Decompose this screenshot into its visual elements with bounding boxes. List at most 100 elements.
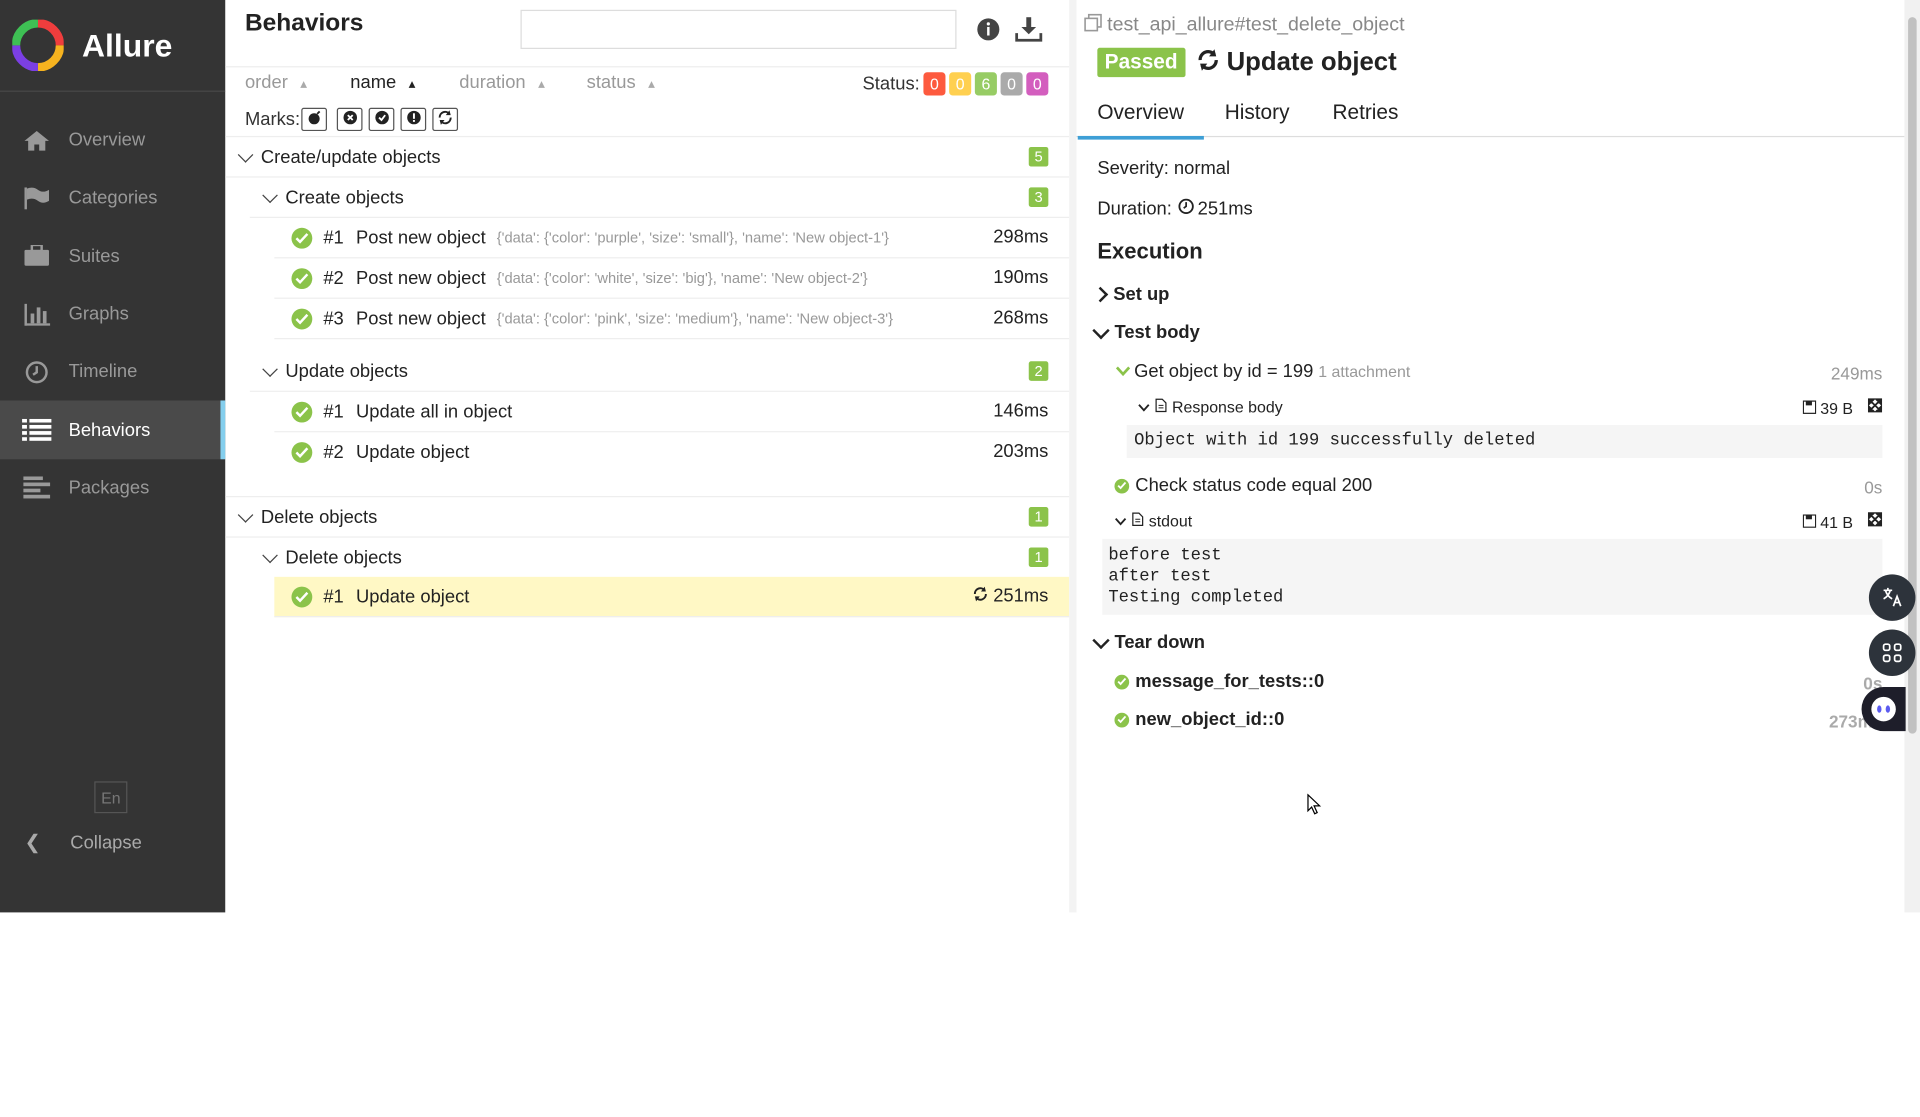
test-body-label: Test body	[1114, 322, 1200, 343]
sidebar-item-label: Suites	[68, 245, 120, 267]
subgroup-count: 2	[1028, 361, 1049, 381]
tab-history[interactable]: History	[1225, 100, 1290, 124]
test-row[interactable]: #2 Update object 203ms	[274, 432, 1069, 471]
clock-icon	[1178, 198, 1194, 219]
copy-icon[interactable]	[1084, 13, 1102, 37]
test-duration: 203ms	[993, 440, 1049, 462]
status-passed-badge[interactable]: 6	[974, 72, 997, 96]
sidebar-item-overview[interactable]: Overview	[0, 111, 225, 169]
info-icon[interactable]	[976, 17, 1000, 48]
detail-tabs: Overview History Retries	[1076, 91, 1905, 140]
scrollbar-thumb[interactable]	[1908, 17, 1917, 734]
test-row[interactable]: #3 Post new object {'data': {'color': 'p…	[274, 299, 1070, 340]
setup-section[interactable]: Set up	[1091, 284, 1169, 305]
test-name: Post new object	[356, 308, 486, 329]
chevron-down-icon	[1115, 361, 1131, 382]
passed-icon	[291, 586, 313, 607]
test-name: Post new object	[356, 227, 486, 249]
status-label: Status:	[862, 73, 920, 95]
sort-status-label: status	[586, 72, 636, 94]
passed-icon	[291, 401, 313, 422]
passed-icon	[1114, 674, 1130, 689]
stdout-content: before test after test Testing completed	[1102, 538, 1883, 615]
download-icon[interactable]	[1014, 17, 1043, 48]
duration-label: Duration:	[1097, 198, 1172, 220]
sort-status[interactable]: status ▴	[587, 72, 655, 93]
subgroup-row-create-objects[interactable]: Create objects 3	[249, 178, 1070, 218]
test-row-selected[interactable]: #1 Update object 251ms	[274, 576, 1070, 618]
teardown-step[interactable]: new_object_id::0	[1114, 709, 1284, 730]
language-button[interactable]: En	[94, 781, 128, 814]
subgroup-row-update-objects[interactable]: Update objects 2	[249, 351, 1070, 392]
passed-icon	[291, 441, 313, 463]
search-input[interactable]	[520, 9, 957, 49]
step-check-status[interactable]: Check status code equal 200	[1114, 475, 1372, 496]
expand-icon[interactable]	[1867, 512, 1883, 530]
test-path-label: test_api_allure#test_delete_object	[1107, 14, 1405, 36]
test-number: #1	[323, 401, 344, 422]
briefcase-icon	[22, 244, 51, 268]
step-name: new_object_id::0	[1135, 709, 1285, 730]
teardown-step[interactable]: message_for_tests::0	[1114, 671, 1324, 692]
severity: Severity: normal	[1097, 157, 1231, 179]
status-badge: Passed	[1097, 47, 1185, 78]
mouse-cursor-icon	[1307, 793, 1322, 822]
group-row-delete-objects[interactable]: Delete objects 1	[225, 497, 1070, 538]
sidebar-item-behaviors[interactable]: Behaviors	[0, 401, 226, 460]
attachment-stdout[interactable]: stdout	[1114, 512, 1192, 530]
refresh-icon	[972, 585, 988, 606]
attachment-response-body[interactable]: Response body	[1138, 398, 1283, 416]
sort-name[interactable]: name ▴	[350, 72, 415, 93]
step-get-object[interactable]: Get object by id = 199 1 attachment	[1115, 361, 1410, 382]
apps-icon[interactable]	[1868, 629, 1916, 677]
status-broken-badge[interactable]: 0	[949, 72, 972, 96]
sort-bar: order ▴︎ name ▴ duration ▴ status ▴ Stat…	[225, 67, 1069, 101]
test-number: #1	[323, 227, 344, 249]
step-duration: 249ms	[1830, 363, 1883, 384]
mark-new-broken-button[interactable]	[400, 107, 427, 132]
sort-order[interactable]: order ▴︎	[245, 72, 307, 93]
sidebar-item-packages[interactable]: Packages	[0, 459, 225, 517]
chevron-down-icon	[262, 546, 278, 563]
sidebar-item-suites[interactable]: Suites	[0, 227, 225, 285]
assistant-icon[interactable]	[1861, 687, 1906, 732]
test-params: {'data': {'color': 'white', 'size': 'big…	[496, 269, 868, 287]
collapse-button[interactable]: ❮ Collapse	[24, 830, 141, 854]
test-path[interactable]: test_api_allure#test_delete_object	[1084, 13, 1405, 37]
test-row[interactable]: #1 Post new object {'data': {'color': 'p…	[274, 218, 1070, 259]
subgroup-row-delete-objects[interactable]: Delete objects 1	[250, 538, 1069, 577]
mark-flaky-button[interactable]	[301, 107, 327, 132]
group-row-create-update[interactable]: Create/update objects 5	[225, 137, 1070, 178]
test-number: #3	[323, 308, 344, 329]
sidebar-item-timeline[interactable]: Timeline	[0, 343, 225, 401]
sort-order-label: order	[244, 72, 288, 94]
test-row[interactable]: #1 Update all in object 146ms	[274, 392, 1070, 433]
test-body-section[interactable]: Test body	[1091, 321, 1200, 343]
status-failed-badge[interactable]: 0	[923, 72, 946, 96]
sidebar-item-graphs[interactable]: Graphs	[0, 285, 225, 343]
pane-splitter[interactable]	[1069, 0, 1077, 913]
mark-new-passed-button[interactable]	[368, 107, 395, 132]
teardown-section[interactable]: Tear down	[1091, 631, 1205, 653]
vertical-scrollbar[interactable]	[1904, 0, 1920, 913]
test-title: Update object	[1226, 47, 1397, 76]
brand[interactable]: Allure	[0, 0, 226, 92]
mark-retries-button[interactable]	[432, 107, 459, 132]
tab-retries[interactable]: Retries	[1332, 100, 1398, 124]
sidebar-item-label: Graphs	[68, 303, 129, 325]
test-row[interactable]: #2 Post new object {'data': {'color': 'w…	[274, 258, 1070, 299]
status-unknown-badge[interactable]: 0	[1026, 72, 1049, 96]
sidebar-item-categories[interactable]: Categories	[0, 169, 225, 227]
test-duration: 268ms	[993, 307, 1049, 329]
sort-icon: ▴︎	[300, 77, 308, 92]
translate-icon[interactable]	[1868, 574, 1916, 621]
expand-icon[interactable]	[1867, 398, 1883, 416]
chevron-down-icon	[1092, 631, 1110, 649]
tab-overview[interactable]: Overview	[1077, 100, 1204, 140]
test-duration: 146ms	[993, 400, 1049, 422]
sort-duration[interactable]: duration ▴	[459, 72, 545, 93]
chevron-down-icon	[1114, 512, 1127, 530]
mark-new-failed-button[interactable]	[336, 107, 363, 132]
status-skipped-badge[interactable]: 0	[1000, 72, 1023, 96]
